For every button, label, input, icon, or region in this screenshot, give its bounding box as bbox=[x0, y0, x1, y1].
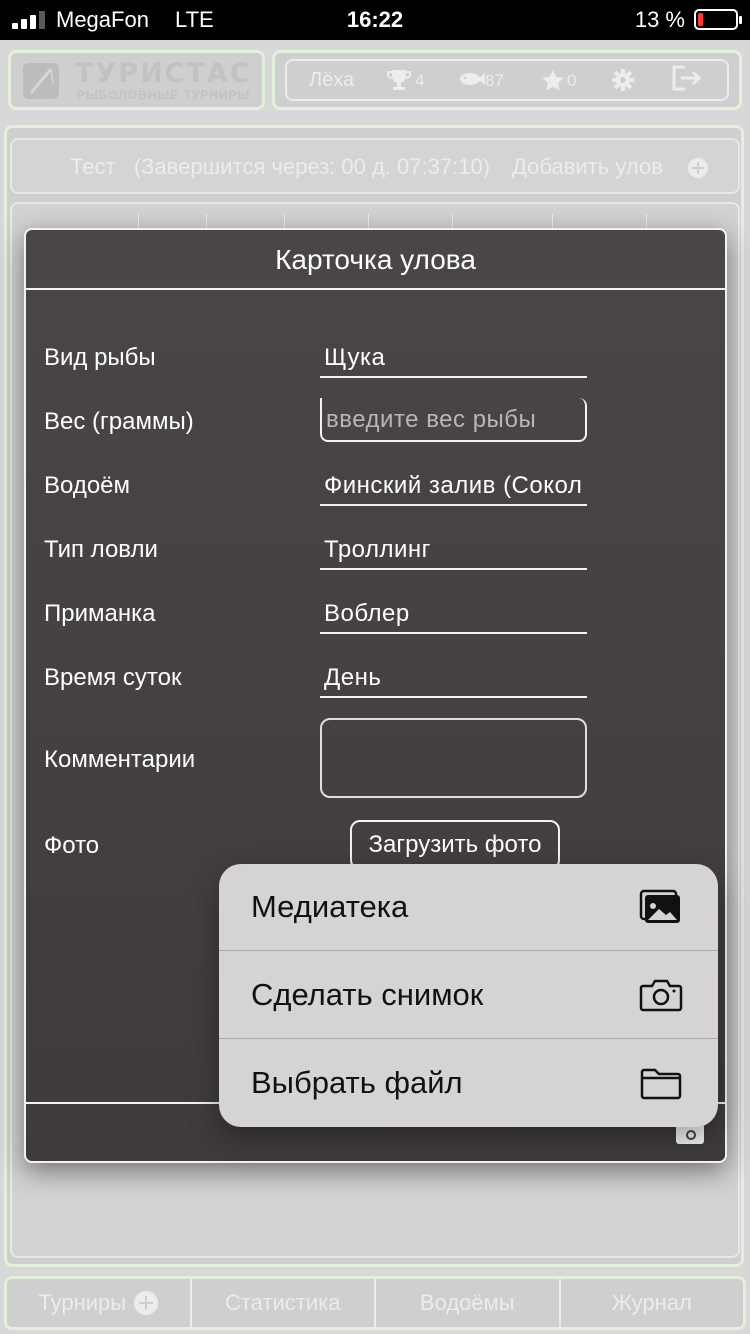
user-name[interactable]: Лёха bbox=[309, 69, 354, 92]
fish-species-label: Вид рыбы bbox=[44, 344, 156, 371]
bottom-nav: Турниры Статистика Водоёмы Журнал bbox=[4, 1276, 746, 1330]
fishing-type-label: Тип ловли bbox=[44, 536, 158, 563]
tab-water-bodies[interactable]: Водоёмы bbox=[376, 1279, 561, 1327]
fish-species-field[interactable]: Щука bbox=[320, 334, 587, 378]
add-catch-plus-icon[interactable] bbox=[688, 158, 708, 178]
camera-icon bbox=[639, 976, 683, 1014]
water-body-field[interactable]: Финский залив (Сокол bbox=[320, 462, 587, 506]
logo-title: ТУРИСТАС bbox=[75, 58, 252, 89]
modal-title: Карточка улова bbox=[26, 230, 725, 290]
bait-label: Приманка bbox=[44, 600, 156, 627]
bait-field[interactable]: Воблер bbox=[320, 590, 587, 634]
fish-count: 87 bbox=[485, 71, 504, 90]
menu-item-choose-file[interactable]: Выбрать файл bbox=[219, 1040, 718, 1127]
comments-textarea[interactable] bbox=[320, 718, 587, 798]
tab-label: Турниры bbox=[38, 1290, 127, 1315]
trophy-icon bbox=[387, 69, 411, 97]
user-panel: Лёха 4 87 0 bbox=[272, 50, 742, 110]
app-logo[interactable]: ТУРИСТАС РЫБОЛОВНЫЕ ТУРНИРЫ bbox=[8, 50, 265, 110]
fish-icon bbox=[459, 69, 485, 95]
trophy-count: 4 bbox=[415, 71, 425, 90]
logout-icon[interactable] bbox=[671, 64, 703, 98]
star-count: 0 bbox=[567, 71, 577, 90]
photo-label: Фото bbox=[44, 832, 100, 859]
tournament-bar: Тест (Завершится через: 00 д. 07:37:10) … bbox=[10, 138, 740, 194]
photo-source-menu: Медиатека Сделать снимок Выбрать файл bbox=[219, 864, 718, 1127]
fishing-rod-icon bbox=[23, 63, 59, 99]
menu-item-photo-library[interactable]: Медиатека bbox=[219, 864, 718, 951]
battery-icon bbox=[694, 9, 742, 30]
add-catch-button[interactable]: Добавить улов bbox=[512, 154, 663, 180]
status-bar: MegaFon LTE 16:22 13 % bbox=[0, 0, 750, 40]
comments-label: Комментарии bbox=[44, 746, 196, 773]
time-of-day-label: Время суток bbox=[44, 664, 182, 691]
tab-label: Статистика bbox=[224, 1290, 341, 1315]
logo-subtitle: РЫБОЛОВНЫЕ ТУРНИРЫ bbox=[77, 88, 251, 102]
time-of-day-field[interactable]: День bbox=[320, 654, 587, 698]
menu-item-label: Медиатека bbox=[251, 889, 409, 924]
upload-photo-button[interactable]: Загрузить фото bbox=[350, 820, 560, 870]
weight-input[interactable]: введите вес рыбы bbox=[320, 398, 587, 442]
gear-icon[interactable] bbox=[611, 68, 635, 98]
weight-label: Вес (граммы) bbox=[44, 408, 194, 435]
menu-item-label: Выбрать файл bbox=[251, 1065, 463, 1100]
battery-percent: 13 % bbox=[634, 7, 685, 32]
menu-item-label: Сделать снимок bbox=[251, 977, 484, 1012]
tab-label: Водоёмы bbox=[419, 1290, 515, 1315]
menu-item-take-photo[interactable]: Сделать снимок bbox=[219, 952, 718, 1039]
tab-statistics[interactable]: Статистика bbox=[192, 1279, 376, 1327]
fishing-type-field[interactable]: Троллинг bbox=[320, 526, 587, 570]
add-tournament-icon[interactable] bbox=[134, 1291, 159, 1315]
tournament-name: Тест (Завершится через: 00 д. 07:37:10) bbox=[70, 154, 491, 179]
tournament-countdown: (Завершится через: 00 д. 07:37:10) bbox=[133, 154, 491, 179]
water-body-label: Водоём bbox=[44, 472, 131, 499]
folder-icon bbox=[639, 1064, 683, 1102]
camera-icon[interactable] bbox=[676, 1124, 704, 1144]
user-stats-bar: Лёха 4 87 0 bbox=[285, 59, 729, 101]
star-icon bbox=[541, 69, 565, 97]
tab-journal[interactable]: Журнал bbox=[561, 1279, 744, 1327]
tab-tournaments[interactable]: Турниры bbox=[7, 1279, 192, 1327]
tab-label: Журнал bbox=[611, 1290, 692, 1315]
photo-library-icon bbox=[639, 888, 683, 926]
